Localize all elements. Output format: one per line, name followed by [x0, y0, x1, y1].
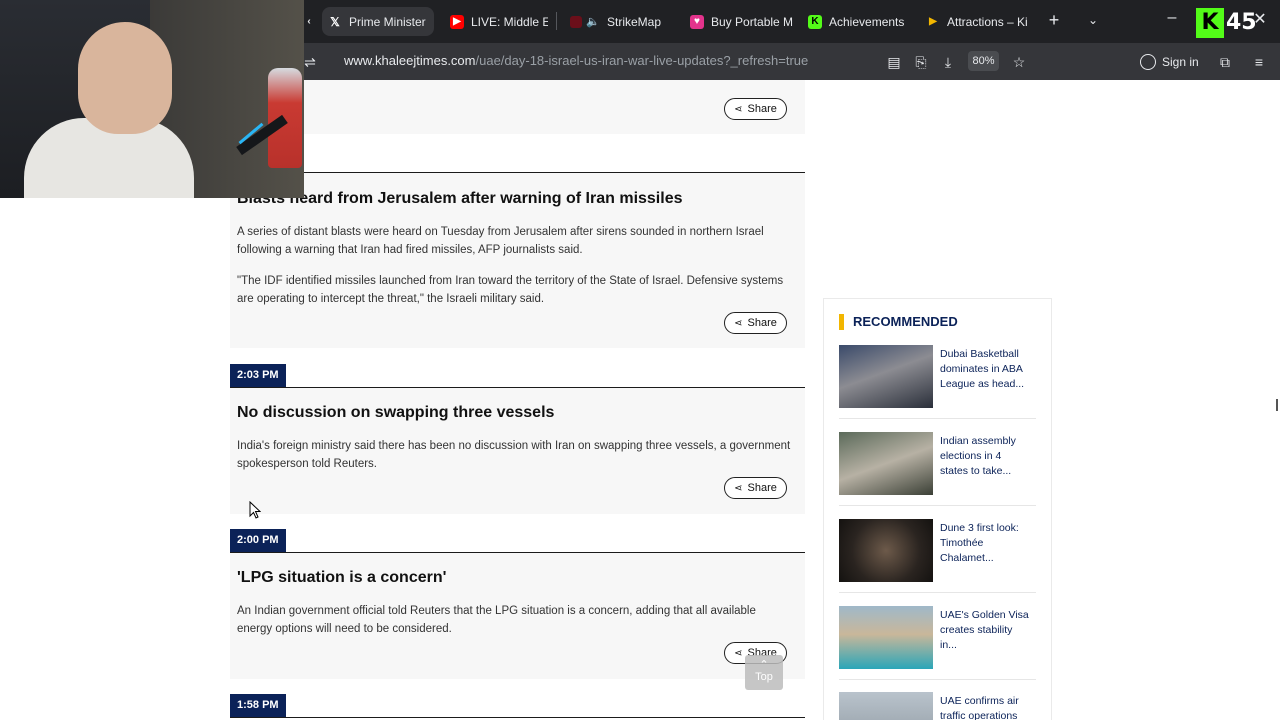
tab-list-chevron-down-icon[interactable]: ⌄ [1084, 11, 1102, 29]
strikemap-icon [570, 15, 582, 28]
live-entry-previous [230, 80, 805, 134]
tab-label: Attractions – Ki [947, 14, 1028, 29]
recommended-item-title: UAE confirms air traffic operations [940, 695, 1019, 720]
recommended-item[interactable]: UAE confirms air traffic operations [839, 692, 1036, 720]
url-path: /uae/day-18-israel-us-iran-war-live-upda… [475, 53, 809, 68]
save-page-icon[interactable]: ⤓ [938, 52, 958, 72]
entry-headline: No discussion on swapping three vessels [237, 404, 555, 421]
bookmark-star-icon[interactable]: ☆ [1009, 52, 1029, 72]
chevron-up-icon: ⌃ [759, 659, 769, 671]
recommended-thumbnail [839, 519, 933, 582]
recommended-item-title: Indian assembly elections in 4 states to… [940, 435, 1016, 477]
share-icon: ⋖ [734, 647, 743, 659]
x-logo-icon: 𝕏 [330, 14, 340, 29]
tab-prime-minister[interactable]: 𝕏 Prime Minister [322, 7, 434, 36]
share-button[interactable]: ⋖ Share [724, 477, 787, 499]
recommended-divider [839, 679, 1036, 680]
share-icon: ⋖ [734, 317, 743, 329]
webcam-person-head [78, 22, 172, 134]
share-icon: ⋖ [734, 482, 743, 494]
recommended-item[interactable]: Dune 3 first look: Timothée Chalamet... [839, 519, 1036, 599]
account-icon [1140, 54, 1156, 70]
tab-buy-portable[interactable]: ♥ Buy Portable M [684, 7, 794, 36]
scrollbar-marker[interactable] [1276, 399, 1278, 411]
entry-paragraph: An Indian government official told Reute… [237, 605, 756, 635]
entry-divider [230, 717, 805, 718]
share-button[interactable]: ⋖ Share [724, 98, 787, 120]
recommended-thumbnail [839, 606, 933, 669]
back-to-top-label: Top [755, 671, 773, 683]
url-field[interactable]: www.khaleejtimes.com/uae/day-18-israel-u… [344, 53, 808, 68]
recommended-item[interactable]: UAE's Golden Visa creates stability in..… [839, 606, 1036, 686]
minimize-window-icon[interactable]: – [1163, 10, 1181, 29]
share-button[interactable]: ⋖ Share [724, 312, 787, 334]
recommended-thumbnail [839, 345, 933, 408]
close-window-icon[interactable]: ✕ [1251, 11, 1269, 29]
tab-attractions[interactable]: ▶ Attractions – Ki [920, 7, 1030, 36]
share-label: Share [747, 482, 777, 494]
recommended-item[interactable]: Dubai Basketball dominates in ABA League… [839, 345, 1036, 425]
recommended-item-title: Dubai Basketball dominates in ABA League… [940, 348, 1025, 390]
entry-paragraph: India's foreign ministry said there has … [237, 440, 791, 470]
entry-headline: 'LPG situation is a concern' [237, 569, 447, 586]
sign-in-button[interactable]: Sign in [1140, 52, 1199, 72]
reader-view-icon[interactable]: ▤ [884, 52, 904, 72]
tab-live-middle-east[interactable]: ▶ LIVE: Middle Ea [444, 7, 548, 36]
entry-time-badge: 1:58 PM [230, 694, 286, 717]
share-icon: ⋖ [734, 103, 743, 115]
zoom-level[interactable]: 80% [968, 51, 999, 71]
webcam-overlay [0, 0, 304, 198]
entry-paragraph: "The IDF identified missiles launched fr… [237, 275, 784, 305]
share-label: Share [747, 103, 777, 115]
recommended-divider [839, 592, 1036, 593]
recommended-title: RECOMMENDED [853, 314, 958, 329]
mute-icon: 🔈 [586, 16, 600, 28]
youtube-icon: ▶ [450, 14, 464, 29]
tab-label: Prime Minister [349, 14, 426, 29]
tab-strikemap[interactable]: 🔈 StrikeMap [564, 7, 676, 36]
recommended-item[interactable]: Indian assembly elections in 4 states to… [839, 432, 1036, 512]
share-label: Share [747, 317, 777, 329]
extensions-icon[interactable]: ⧉ [1215, 52, 1235, 72]
entry-time-badge: 2:00 PM [230, 529, 286, 552]
sign-in-label: Sign in [1162, 55, 1199, 69]
tab-divider [556, 12, 557, 30]
recommended-thumbnail [839, 692, 933, 720]
screenshot-icon[interactable]: ⎘ [911, 52, 931, 72]
tab-label: Achievements [829, 14, 905, 29]
tab-label: Buy Portable M [711, 14, 794, 29]
recommended-accent-bar [839, 314, 844, 330]
entry-paragraph: A series of distant blasts were heard on… [237, 226, 764, 256]
recommended-thumbnail [839, 432, 933, 495]
recommended-item-title: UAE's Golden Visa creates stability in..… [940, 609, 1029, 651]
recommended-divider [839, 505, 1036, 506]
webcam-bottle [268, 68, 302, 168]
menu-icon[interactable]: ≡ [1249, 52, 1269, 72]
new-tab-plus-icon[interactable]: + [1045, 11, 1063, 29]
mouse-cursor-icon [249, 501, 261, 519]
play-icon: ▶ [929, 16, 937, 27]
url-host: www.khaleejtimes.com [344, 53, 476, 68]
kick-icon: K [808, 14, 822, 29]
recommended-item-title: Dune 3 first look: Timothée Chalamet... [940, 522, 1019, 564]
entry-time-badge: 2:03 PM [230, 364, 286, 387]
recommended-divider [839, 418, 1036, 419]
kick-overlay-logo: K [1196, 8, 1224, 38]
screen: ‹ 𝕏 Prime Minister ▶ LIVE: Middle Ea 🔈 S… [0, 0, 1280, 720]
back-to-top-button[interactable]: ⌃ Top [745, 655, 783, 690]
gift-icon: ♥ [690, 14, 704, 29]
tab-label: LIVE: Middle Ea [471, 14, 548, 29]
tab-achievements[interactable]: K Achievements [802, 7, 912, 36]
tab-label: StrikeMap [607, 14, 662, 29]
